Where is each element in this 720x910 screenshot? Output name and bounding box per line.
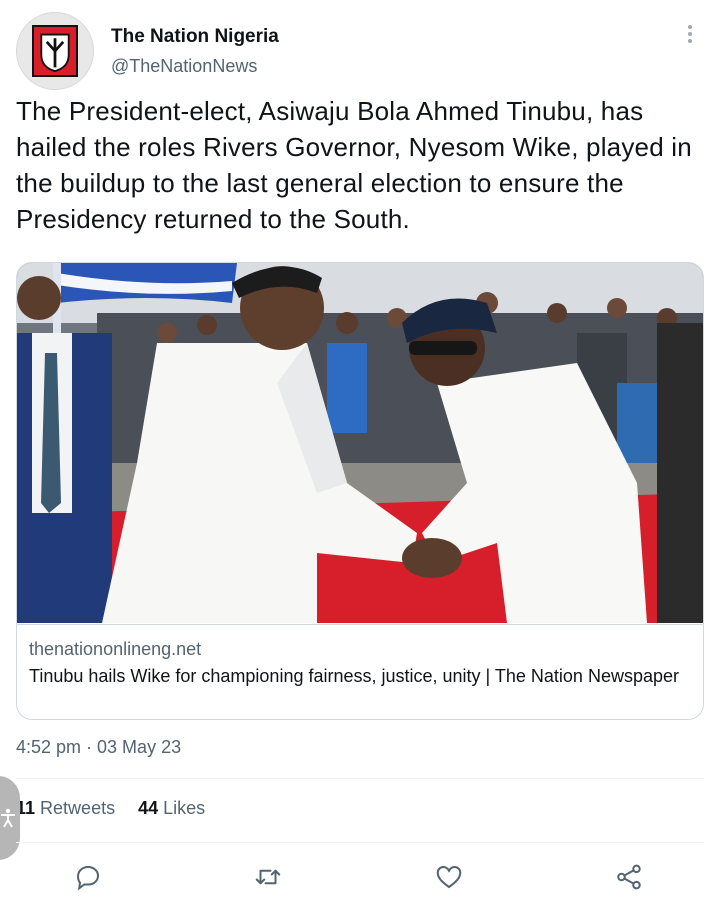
share-icon[interactable] — [614, 862, 644, 892]
link-card[interactable]: thenationonlineng.net Tinubu hails Wike … — [16, 262, 704, 720]
retweets-label: Retweets — [40, 798, 116, 818]
likes-stat[interactable]: 44 Likes — [138, 798, 205, 818]
likes-count: 44 — [138, 798, 159, 818]
tweet-header: The Nation Nigeria @TheNationNews — [16, 12, 704, 92]
accessibility-widget[interactable] — [0, 776, 20, 860]
likes-label: Likes — [163, 798, 206, 818]
heart-icon[interactable] — [434, 862, 464, 892]
reply-icon[interactable] — [73, 862, 103, 892]
avatar[interactable] — [16, 12, 94, 90]
card-domain: thenationonlineng.net — [29, 639, 202, 659]
more-vertical-icon[interactable] — [682, 22, 698, 48]
display-name[interactable]: The Nation Nigeria — [111, 26, 279, 48]
card-meta: thenationonlineng.net Tinubu hails Wike … — [17, 624, 703, 719]
card-title: Tinubu hails Wike for championing fairne… — [29, 666, 679, 686]
retweet-icon[interactable] — [253, 862, 283, 892]
user-handle[interactable]: @TheNationNews — [111, 56, 257, 77]
nation-logo-icon — [32, 25, 78, 77]
accessibility-icon — [1, 808, 15, 828]
engagement-stats: 11 Retweets 44 Likes — [16, 798, 223, 819]
action-bar — [0, 858, 720, 898]
retweets-stat[interactable]: 11 Retweets — [16, 798, 115, 818]
tweet-text: The President-elect, Asiwaju Bola Ahmed … — [16, 96, 692, 234]
divider — [16, 842, 704, 843]
tweet-timestamp[interactable]: 4:52 pm · 03 May 23 — [16, 737, 181, 758]
divider — [16, 778, 704, 779]
card-image — [17, 263, 703, 623]
